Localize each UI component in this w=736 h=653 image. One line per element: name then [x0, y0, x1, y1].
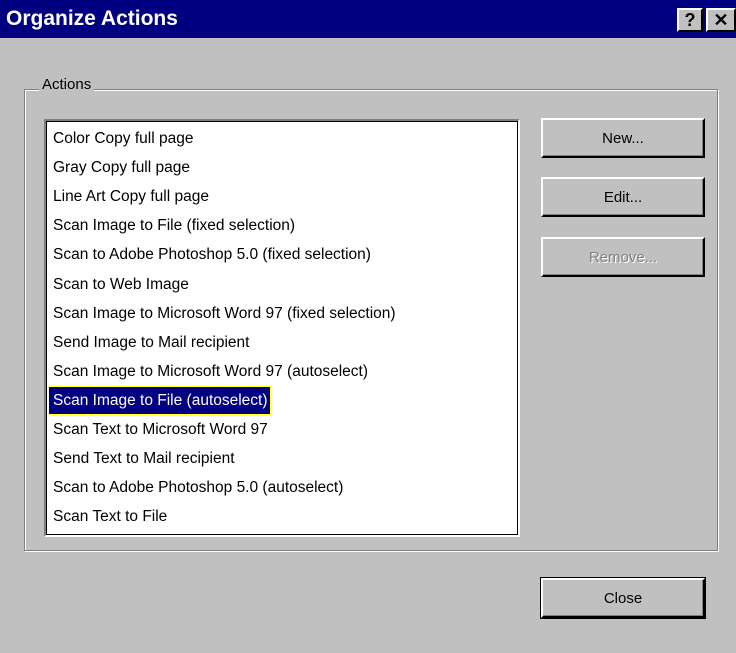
list-item[interactable]: Color Copy full page: [49, 125, 193, 152]
close-icon: ✕: [713, 9, 729, 30]
close-button[interactable]: Close: [540, 577, 706, 619]
edit-button-label: Edit...: [603, 188, 643, 206]
title-bar[interactable]: Organize Actions ? ✕: [0, 0, 736, 38]
list-item[interactable]: Send Text to Mail recipient: [49, 445, 235, 472]
list-item[interactable]: Line Art Copy full page: [49, 183, 209, 210]
list-item[interactable]: Gray Copy full page: [49, 154, 190, 181]
list-item[interactable]: Scan Image to File (fixed selection): [49, 212, 295, 239]
window-title: Organize Actions: [6, 7, 178, 30]
help-button[interactable]: ?: [677, 8, 703, 32]
remove-button-label: Remove...: [588, 248, 658, 266]
close-button-label: Close: [603, 589, 643, 607]
list-item[interactable]: Scan to Adobe Photoshop 5.0 (fixed selec…: [49, 241, 371, 268]
close-window-button[interactable]: ✕: [706, 8, 736, 32]
edit-button[interactable]: Edit...: [541, 177, 705, 217]
actions-listbox[interactable]: Color Copy full page Gray Copy full page L…: [44, 119, 520, 537]
list-item[interactable]: Scan Text to File: [49, 503, 167, 530]
list-item[interactable]: Scan to Web Image: [49, 271, 189, 298]
new-button-label: New...: [602, 129, 644, 147]
list-item[interactable]: Scan Text to Microsoft Word 97: [49, 416, 268, 443]
actions-list: Color Copy full page Gray Copy full page L…: [49, 124, 515, 532]
list-item[interactable]: Send Image to Mail recipient: [49, 329, 249, 356]
list-item[interactable]: Scan Image to Microsoft Word 97 (autosel…: [49, 358, 368, 385]
list-item[interactable]: Scan Image to File (autoselect): [49, 385, 271, 415]
list-item[interactable]: Scan to Adobe Photoshop 5.0 (autoselect): [49, 474, 343, 501]
list-item[interactable]: Scan Image to Microsoft Word 97 (fixed s…: [49, 300, 396, 327]
question-mark-icon: ?: [684, 9, 696, 30]
organize-actions-dialog: Organize Actions ? ✕ Actions Color Copy …: [0, 0, 736, 653]
actions-group-label: Actions: [39, 76, 95, 93]
remove-button[interactable]: Remove...: [541, 237, 705, 277]
new-button[interactable]: New...: [541, 118, 705, 158]
